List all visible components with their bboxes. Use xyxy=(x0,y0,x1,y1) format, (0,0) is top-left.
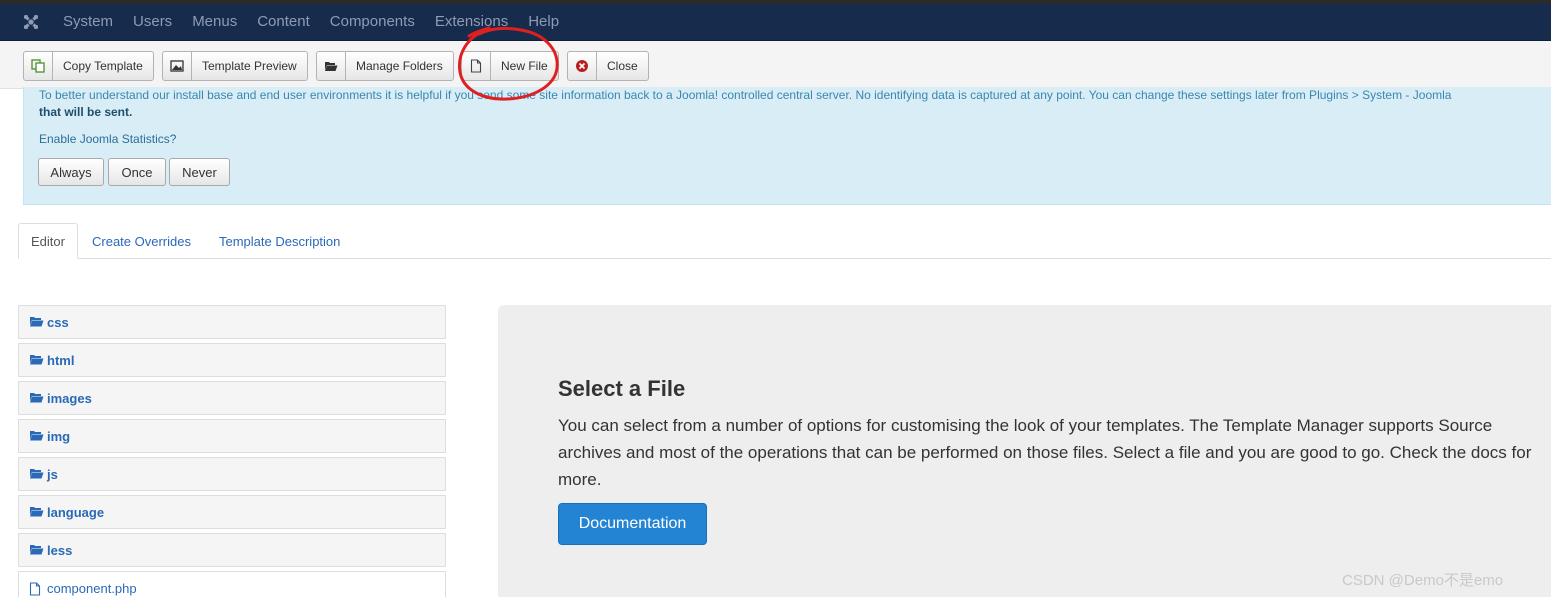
menu-menus[interactable]: Menus xyxy=(192,13,237,30)
file-label: component.php xyxy=(47,580,137,596)
folder-label: css xyxy=(47,314,69,330)
select-file-panel: Select a File You can select from a numb… xyxy=(498,305,1551,597)
copy-template-button[interactable]: Copy Template xyxy=(23,51,154,81)
folder-label: img xyxy=(47,428,71,444)
template-preview-label: Template Preview xyxy=(202,59,297,73)
close-label: Close xyxy=(607,59,638,73)
statistics-question: Enable Joomla Statistics? xyxy=(39,132,177,146)
statistics-text-bold: that will be sent. xyxy=(39,105,133,119)
close-button[interactable]: Close xyxy=(567,51,649,81)
folder-label: less xyxy=(47,542,73,558)
folder-open-icon xyxy=(29,430,44,442)
menu-system[interactable]: System xyxy=(63,13,113,30)
folder-open-icon xyxy=(29,392,44,404)
admin-menu: System Users Menus Content Components Ex… xyxy=(63,13,579,30)
folder-css[interactable]: css xyxy=(18,305,446,339)
menu-components[interactable]: Components xyxy=(330,13,415,30)
tab-template-description[interactable]: Template Description xyxy=(219,223,340,259)
file-tree: css html images img js language less com… xyxy=(18,305,446,597)
folder-language[interactable]: language xyxy=(18,495,446,529)
folder-img[interactable]: img xyxy=(18,419,446,453)
statistics-text: To better understand our install base an… xyxy=(39,88,1452,102)
menu-help[interactable]: Help xyxy=(528,13,559,30)
folder-open-icon xyxy=(29,468,44,480)
manage-folders-label: Manage Folders xyxy=(356,59,443,73)
menu-users[interactable]: Users xyxy=(133,13,172,30)
folder-label: html xyxy=(47,352,75,368)
file-icon xyxy=(29,582,44,596)
always-button[interactable]: Always xyxy=(38,158,104,186)
folder-open-icon xyxy=(317,52,346,80)
once-button[interactable]: Once xyxy=(108,158,166,186)
folder-images[interactable]: images xyxy=(18,381,446,415)
folder-less[interactable]: less xyxy=(18,533,446,567)
select-file-description: You can select from a number of options … xyxy=(558,416,1532,489)
documentation-button[interactable]: Documentation xyxy=(558,503,707,545)
tab-editor[interactable]: Editor xyxy=(18,223,78,259)
close-circle-icon xyxy=(568,52,597,80)
folder-label: js xyxy=(47,466,58,482)
toolbar: Copy Template Template Preview Manage Fo… xyxy=(0,41,1551,89)
file-component-php[interactable]: component.php xyxy=(18,571,446,597)
folder-label: images xyxy=(47,390,92,406)
copy-template-label: Copy Template xyxy=(63,59,143,73)
template-preview-button[interactable]: Template Preview xyxy=(162,51,308,81)
statistics-message: To better understand our install base an… xyxy=(23,87,1551,205)
menu-content[interactable]: Content xyxy=(257,13,310,30)
new-file-label: New File xyxy=(501,59,548,73)
joomla-logo-icon[interactable] xyxy=(22,13,40,31)
folder-open-icon xyxy=(29,354,44,366)
image-icon xyxy=(163,52,192,80)
file-icon xyxy=(462,52,491,80)
select-file-title: Select a File xyxy=(558,376,686,401)
copy-icon xyxy=(24,52,53,80)
menu-extensions[interactable]: Extensions xyxy=(435,13,508,30)
folder-open-icon xyxy=(29,544,44,556)
folder-open-icon xyxy=(29,316,44,328)
folder-js[interactable]: js xyxy=(18,457,446,491)
admin-navbar: System Users Menus Content Components Ex… xyxy=(0,4,1551,41)
folder-html[interactable]: html xyxy=(18,343,446,377)
watermark: CSDN @Demo不是emo xyxy=(1342,572,1504,589)
folder-label: language xyxy=(47,504,105,520)
folder-open-icon xyxy=(29,506,44,518)
tab-create-overrides[interactable]: Create Overrides xyxy=(92,223,191,259)
new-file-button[interactable]: New File xyxy=(461,51,559,81)
never-button[interactable]: Never xyxy=(169,158,230,186)
editor-tabs: Editor Create Overrides Template Descrip… xyxy=(18,223,1551,259)
manage-folders-button[interactable]: Manage Folders xyxy=(316,51,454,81)
